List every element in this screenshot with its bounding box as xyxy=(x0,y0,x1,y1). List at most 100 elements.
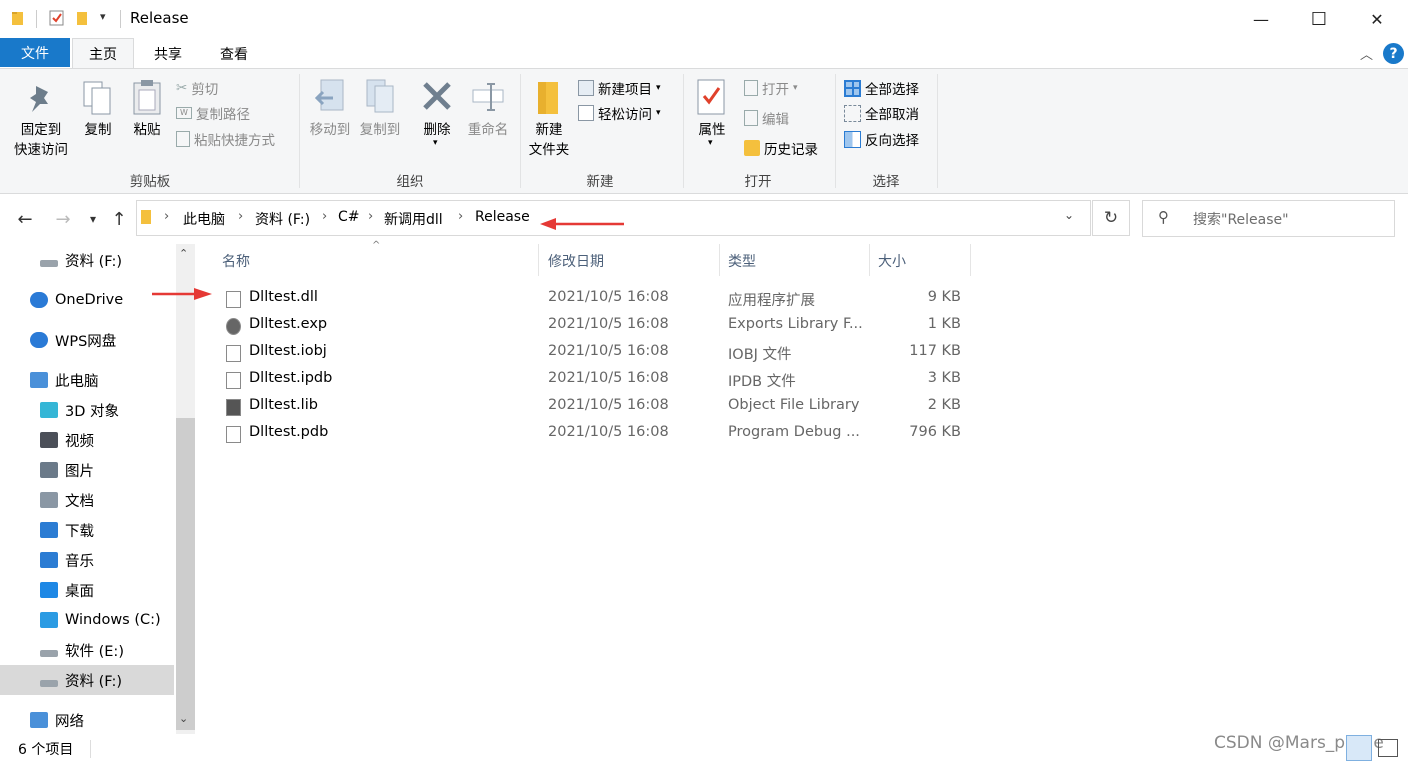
cut-button[interactable]: ✂ 剪切 xyxy=(176,76,218,100)
file-row[interactable]: Dlltest.iobj 2021/10/5 16:08 IOBJ 文件 117 KB xyxy=(222,340,972,367)
easy-access-button[interactable]: 轻松访问 ▾ xyxy=(578,101,661,125)
file-name: Dlltest.dll xyxy=(249,289,318,305)
maximize-button[interactable]: ☐ xyxy=(1290,0,1348,38)
tab-file[interactable]: 文件 xyxy=(0,38,70,67)
pin-to-quick-access-button[interactable]: 固定到 快速访问 xyxy=(8,76,74,166)
edit-button[interactable]: 编辑 xyxy=(744,106,789,130)
back-button[interactable]: ← xyxy=(12,206,38,232)
properties-check-icon[interactable] xyxy=(48,9,66,27)
history-label: 历史记录 xyxy=(764,142,818,158)
quick-access-dropdown-icon[interactable]: ▾ xyxy=(100,10,106,23)
select-all-button[interactable]: 全部选择 xyxy=(844,76,919,100)
file-row[interactable]: Dlltest.pdb 2021/10/5 16:08 Program Debug … xyxy=(222,421,972,448)
file-row[interactable]: Dlltest.dll 2021/10/5 16:08 应用程序扩展 9 KB xyxy=(222,286,972,313)
help-icon[interactable]: ? xyxy=(1383,43,1404,64)
file-row[interactable]: Dlltest.exp 2021/10/5 16:08 Exports Librar… xyxy=(222,313,972,340)
large-icons-view-button[interactable] xyxy=(1378,739,1398,757)
gear-file-icon xyxy=(226,318,241,335)
collapse-ribbon-icon[interactable]: ︿ xyxy=(1360,44,1373,63)
close-button[interactable]: ✕ xyxy=(1348,0,1406,38)
move-to-button[interactable]: 移动到 xyxy=(305,76,353,146)
nav-item[interactable]: Windows (C:) xyxy=(0,605,174,635)
scroll-up-chevron-icon[interactable]: ⌃ xyxy=(179,247,188,260)
scroll-down-chevron-icon[interactable]: ⌄ xyxy=(179,712,188,725)
column-divider[interactable] xyxy=(970,244,971,276)
file-type: IOBJ 文件 xyxy=(728,347,792,363)
new-item-button[interactable]: 新建项目 ▾ xyxy=(578,76,661,100)
file-name: Dlltest.pdb xyxy=(249,424,329,440)
nav-item[interactable]: 此电脑 xyxy=(0,365,174,395)
copy-path-button[interactable]: W 复制路径 xyxy=(176,101,250,125)
open-button[interactable]: 打开 ▾ xyxy=(744,76,798,100)
recent-locations-chevron-icon[interactable]: ▾ xyxy=(80,206,106,232)
paste-button[interactable]: 粘贴 xyxy=(126,76,168,146)
tab-view[interactable]: 查看 xyxy=(206,38,262,69)
file-size: 9 KB xyxy=(927,289,961,305)
nav-item[interactable]: 资料 (F:) xyxy=(0,245,174,275)
breadcrumb-chevron-icon[interactable]: › xyxy=(368,209,373,224)
breadcrumb-chevron-icon[interactable]: › xyxy=(164,209,169,224)
column-header-type[interactable]: 类型 xyxy=(728,251,756,271)
breadcrumb-new-dll[interactable]: 新调用dll xyxy=(384,209,443,229)
column-divider[interactable] xyxy=(719,244,720,276)
tab-share[interactable]: 共享 xyxy=(142,38,194,69)
column-header-name[interactable]: 名称 xyxy=(222,251,250,271)
address-dropdown-icon[interactable]: ⌄ xyxy=(1064,208,1074,222)
breadcrumb-chevron-icon[interactable]: › xyxy=(238,209,243,224)
nav-item[interactable]: 音乐 xyxy=(0,545,174,575)
nav-item[interactable]: WPS网盘 xyxy=(0,325,174,355)
nav-item[interactable]: 下载 xyxy=(0,515,174,545)
annotation-arrow xyxy=(540,218,624,230)
breadcrumb-release[interactable]: Release xyxy=(475,209,530,225)
nav-item[interactable]: 桌面 xyxy=(0,575,174,605)
file-size: 796 KB xyxy=(909,424,961,440)
refresh-button[interactable]: ↻ xyxy=(1092,200,1130,236)
nav-item[interactable]: 3D 对象 xyxy=(0,395,174,425)
column-divider[interactable] xyxy=(869,244,870,276)
up-button[interactable]: ↑ xyxy=(106,206,132,232)
rename-button[interactable]: 重命名 xyxy=(463,76,513,146)
sort-ascending-chevron-icon: ^ xyxy=(372,240,381,251)
edit-label: 编辑 xyxy=(762,112,789,128)
forward-button[interactable]: → xyxy=(50,206,76,232)
file-row[interactable]: Dlltest.ipdb 2021/10/5 16:08 IPDB 文件 3 KB xyxy=(222,367,972,394)
file-row[interactable]: Dlltest.lib 2021/10/5 16:08 Object File Li… xyxy=(222,394,972,421)
breadcrumb-chevron-icon[interactable]: › xyxy=(322,209,327,224)
breadcrumb-drive-f[interactable]: 资料 (F:) xyxy=(255,209,310,229)
computer-icon xyxy=(30,372,48,388)
nav-item-label: 资料 (F:) xyxy=(65,673,123,690)
nav-scrollbar-thumb[interactable] xyxy=(176,418,195,730)
properties-button[interactable]: 属性 ▾ xyxy=(692,76,732,156)
invert-selection-button[interactable]: 反向选择 xyxy=(844,127,919,151)
delete-button[interactable]: 删除 ▾ xyxy=(415,76,459,156)
breadcrumb-this-pc[interactable]: 此电脑 xyxy=(183,209,225,229)
nav-item[interactable]: 软件 (E:) xyxy=(0,635,174,665)
history-button[interactable]: 历史记录 xyxy=(744,136,818,160)
tab-home[interactable]: 主页 xyxy=(72,38,134,69)
details-view-button[interactable] xyxy=(1346,735,1372,761)
nav-item[interactable]: 图片 xyxy=(0,455,174,485)
column-divider[interactable] xyxy=(538,244,539,276)
new-folder-button[interactable]: 新建 文件夹 xyxy=(526,76,572,162)
select-all-label: 全部选择 xyxy=(865,82,919,98)
new-folder-icon[interactable] xyxy=(74,9,92,27)
ribbon-divider xyxy=(299,74,300,188)
file-size: 3 KB xyxy=(927,370,961,386)
nav-item[interactable]: 文档 xyxy=(0,485,174,515)
folder-icon xyxy=(141,210,151,224)
column-header-date[interactable]: 修改日期 xyxy=(548,251,604,271)
paste-shortcut-button[interactable]: 粘贴快捷方式 xyxy=(176,127,275,151)
copy-button[interactable]: 复制 xyxy=(78,76,118,146)
properties-label: 属性 xyxy=(698,122,726,138)
breadcrumb-chevron-icon[interactable]: › xyxy=(458,209,463,224)
nav-item[interactable]: 网络 xyxy=(0,705,174,735)
nav-item[interactable]: 视频 xyxy=(0,425,174,455)
column-header-size[interactable]: 大小 xyxy=(878,251,906,271)
select-none-button[interactable]: 全部取消 xyxy=(844,101,919,125)
nav-item[interactable]: 资料 (F:) xyxy=(0,665,174,695)
nav-item[interactable]: OneDrive xyxy=(0,285,174,315)
breadcrumb-csharp[interactable]: C# xyxy=(338,209,360,225)
search-placeholder[interactable]: 搜索"Release" xyxy=(1193,209,1289,229)
minimize-button[interactable]: — xyxy=(1232,0,1290,38)
copy-to-button[interactable]: 复制到 xyxy=(355,76,405,146)
